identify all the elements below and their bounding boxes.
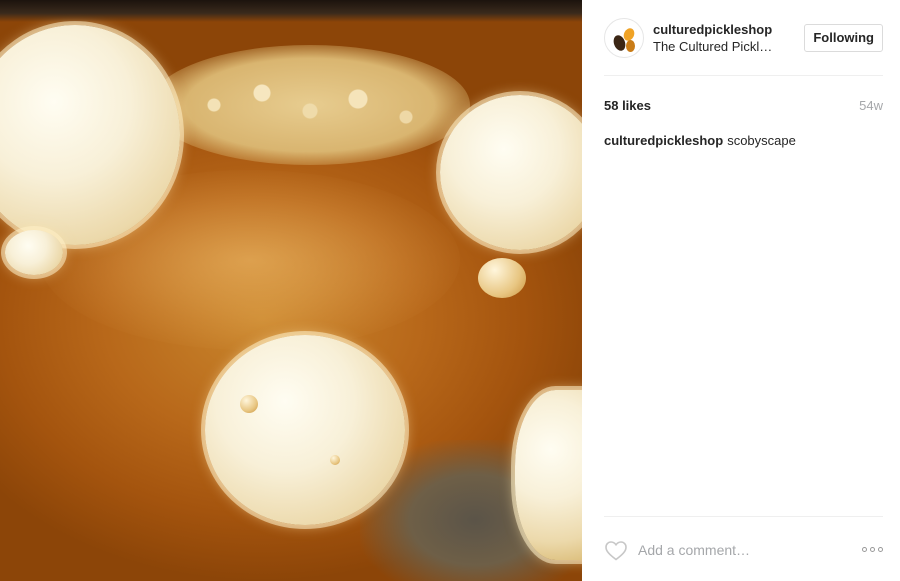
- dot: [862, 547, 867, 552]
- post-age[interactable]: 54w: [859, 98, 883, 113]
- comment-input[interactable]: [638, 541, 862, 558]
- following-button[interactable]: Following: [804, 23, 883, 52]
- dot: [870, 547, 875, 552]
- avatar[interactable]: [604, 17, 644, 58]
- user-info: culturedpickleshop The Cultured Pickl…: [653, 21, 804, 55]
- post-view: culturedpickleshop The Cultured Pickl… F…: [0, 0, 900, 581]
- foam-cluster: [150, 45, 470, 165]
- username-link[interactable]: culturedpickleshop: [653, 21, 804, 38]
- dot: [878, 547, 883, 552]
- scoby-blob: [5, 230, 63, 275]
- bubble: [478, 258, 526, 298]
- post-stats: 58 likes 54w: [604, 96, 883, 114]
- scoby-blob: [440, 95, 582, 250]
- heart-outline-icon[interactable]: [604, 539, 628, 561]
- jar-rim: [0, 0, 582, 22]
- bubble: [240, 395, 258, 413]
- post-caption: culturedpickleshop scobyscape: [604, 133, 883, 148]
- more-options-icon[interactable]: [862, 543, 883, 556]
- bubble: [330, 455, 340, 465]
- post-photo[interactable]: [0, 0, 582, 581]
- likes-count[interactable]: 58 likes: [604, 98, 651, 113]
- scoby-blob: [515, 390, 582, 560]
- avatar-shape: [626, 39, 635, 52]
- comment-bar: [604, 516, 883, 581]
- scoby-blob: [205, 335, 405, 525]
- location-link[interactable]: The Cultured Pickl…: [653, 38, 783, 55]
- caption-username[interactable]: culturedpickleshop: [604, 133, 723, 148]
- post-side-panel: culturedpickleshop The Cultured Pickl… F…: [582, 0, 900, 581]
- caption-text: scobyscape: [727, 133, 796, 148]
- post-header: culturedpickleshop The Cultured Pickl… F…: [604, 0, 883, 76]
